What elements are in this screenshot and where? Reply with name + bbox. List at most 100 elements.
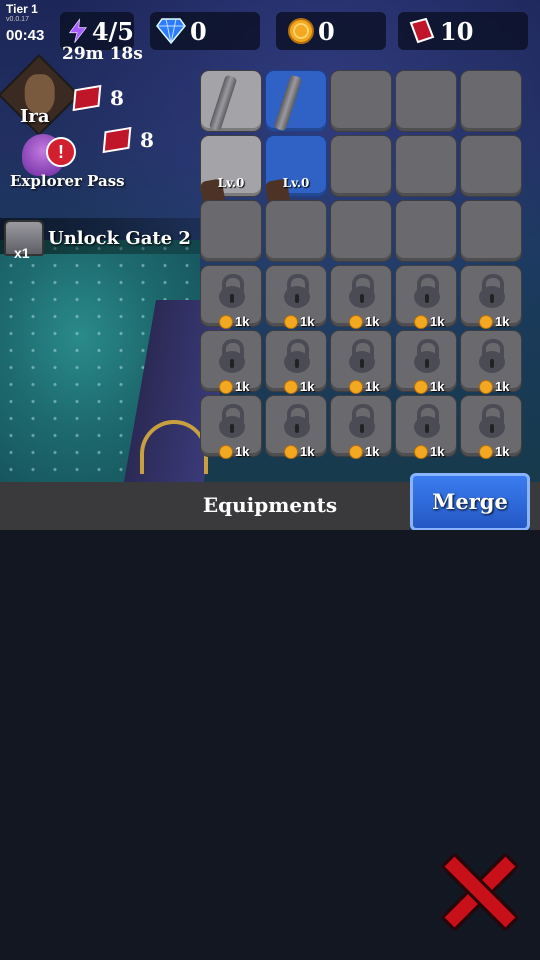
empty-slot[interactable]	[200, 200, 262, 262]
coin-icon	[284, 314, 298, 329]
red-gem-icon	[409, 18, 435, 44]
unlock-cost: 1k	[479, 379, 509, 394]
coin-icon	[349, 314, 363, 329]
pass-gem-count: 8	[102, 126, 154, 154]
unlock-cost-value: 1k	[365, 379, 380, 394]
unlock-cost-value: 1k	[430, 444, 445, 459]
close-icon[interactable]	[440, 852, 512, 924]
lock-icon	[479, 274, 505, 308]
lock-icon	[284, 404, 310, 438]
locked-slot[interactable]: 1k	[460, 395, 522, 459]
clock-label: 00:43	[6, 27, 45, 44]
locked-slot[interactable]: 1k	[395, 265, 457, 329]
unlock-cost: 1k	[349, 444, 379, 459]
lock-icon	[479, 339, 505, 373]
equipment-grid: Lv.0 Lv.0 1k 1k 1k 1k 1k 1k 1k 1k 1k 1k 1k 1k 1k 1k 1k	[199, 70, 528, 459]
unlock-cost: 1k	[414, 314, 444, 329]
empty-slot[interactable]	[330, 135, 392, 197]
lock-icon	[219, 404, 245, 438]
coin-icon	[349, 444, 363, 459]
unlock-cost-value: 1k	[495, 314, 510, 329]
locked-slot[interactable]: 1k	[395, 395, 457, 459]
gem-value: 10	[440, 16, 474, 46]
empty-slot[interactable]	[460, 200, 522, 262]
locked-slot[interactable]: 1k	[330, 330, 392, 394]
locked-slot[interactable]: 1k	[330, 265, 392, 329]
unlock-cost-value: 1k	[430, 379, 445, 394]
hero-gem-count: 8	[72, 84, 124, 112]
item-level-label: Lv.0	[282, 176, 310, 190]
empty-slot[interactable]	[395, 135, 457, 197]
empty-slot[interactable]	[395, 70, 457, 132]
empty-slot[interactable]	[460, 70, 522, 132]
empty-slot[interactable]	[265, 200, 327, 262]
coin-icon	[414, 314, 428, 329]
unlock-cost: 1k	[414, 379, 444, 394]
coin-icon	[288, 18, 314, 44]
lock-icon	[414, 274, 440, 308]
equipment-slot-pistol-lower[interactable]: Lv.0	[199, 135, 262, 222]
equipment-slot-pistol[interactable]	[265, 70, 327, 132]
unlock-cost: 1k	[284, 444, 314, 459]
unlock-cost: 1k	[219, 444, 249, 459]
coin-value: 0	[318, 16, 335, 46]
empty-slot[interactable]	[395, 200, 457, 262]
lock-icon	[284, 274, 310, 308]
tier-info: Tier 1 v0.0.17 00:43	[0, 0, 44, 46]
lock-icon	[414, 404, 440, 438]
red-gem-icon	[72, 84, 102, 112]
unlock-cost-value: 1k	[495, 444, 510, 459]
locked-slot[interactable]: 1k	[265, 395, 327, 459]
coin-icon	[479, 379, 493, 394]
empty-slot[interactable]	[330, 200, 392, 262]
lock-icon	[219, 339, 245, 373]
unlock-cost: 1k	[479, 314, 509, 329]
energy-value: 4/5	[91, 16, 134, 46]
locked-slot[interactable]: 1k	[265, 330, 327, 394]
diamond-counter[interactable]: 0	[150, 12, 260, 50]
lightning-icon	[68, 18, 88, 43]
tier-label: Tier 1	[6, 2, 38, 16]
locked-slot[interactable]: 1k	[460, 265, 522, 329]
chest-count: x1	[14, 245, 30, 261]
coin-icon	[219, 444, 233, 459]
unlock-cost: 1k	[349, 379, 379, 394]
locked-slot[interactable]: 1k	[330, 395, 392, 459]
gem-counter[interactable]: 10	[398, 12, 528, 50]
lock-icon	[284, 339, 310, 373]
lock-icon	[219, 274, 245, 308]
locked-slot[interactable]: 1k	[395, 330, 457, 394]
coin-icon	[284, 444, 298, 459]
empty-slot[interactable]	[330, 70, 392, 132]
equipment-slot-pistol[interactable]	[200, 70, 262, 132]
unlock-cost: 1k	[349, 314, 379, 329]
item-level-label: Lv.0	[217, 176, 245, 190]
unlock-cost-value: 1k	[495, 379, 510, 394]
diamond-icon	[156, 18, 186, 44]
locked-slot[interactable]: 1k	[265, 265, 327, 329]
unlock-cost-value: 1k	[430, 314, 445, 329]
lock-icon	[349, 404, 375, 438]
unlock-cost-value: 1k	[300, 444, 315, 459]
red-gem-icon	[102, 126, 132, 154]
locked-slot[interactable]: 1k	[200, 395, 262, 459]
merge-button[interactable]: Merge	[410, 473, 530, 531]
locked-slot[interactable]: 1k	[460, 330, 522, 394]
locked-slot[interactable]: 1k	[200, 265, 262, 329]
coin-counter[interactable]: 0	[276, 12, 386, 50]
pistol-icon	[208, 74, 238, 132]
unlock-cost: 1k	[479, 444, 509, 459]
coin-icon	[414, 444, 428, 459]
empty-slot[interactable]	[460, 135, 522, 197]
unlock-gate-label: Unlock Gate 2	[48, 228, 191, 249]
coin-icon	[284, 379, 298, 394]
coin-icon	[219, 379, 233, 394]
coin-icon	[349, 379, 363, 394]
locked-slot[interactable]: 1k	[200, 330, 262, 394]
unlock-cost: 1k	[284, 314, 314, 329]
coin-icon	[479, 444, 493, 459]
equipment-slot-pistol-lower[interactable]: Lv.0	[264, 135, 327, 222]
explorer-pass-label: Explorer Pass	[10, 172, 125, 190]
unlock-cost-value: 1k	[235, 314, 250, 329]
lock-icon	[479, 404, 505, 438]
